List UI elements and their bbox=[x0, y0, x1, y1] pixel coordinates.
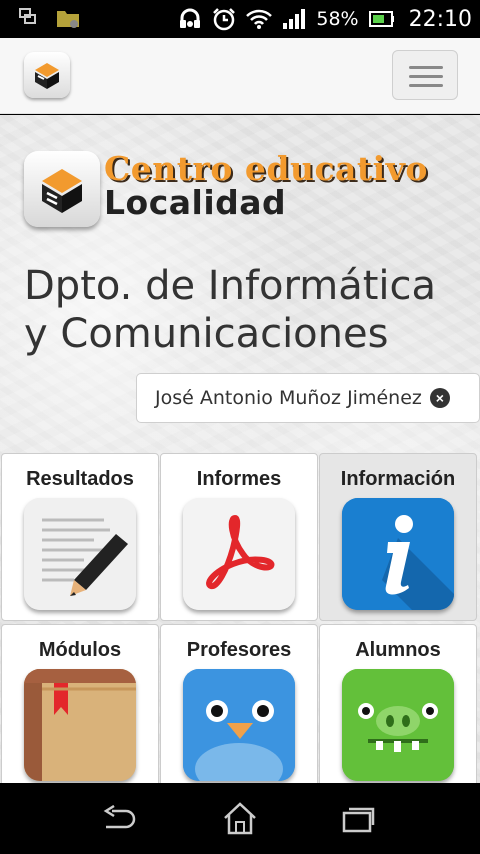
clock: 22:10 bbox=[408, 6, 472, 32]
tile-resultados[interactable]: Resultados bbox=[1, 453, 159, 621]
tile-label: Informes bbox=[196, 468, 282, 490]
user-logout-button[interactable]: José Antonio Muñoz Jiménez × bbox=[136, 373, 480, 423]
tile-label: Resultados bbox=[26, 468, 134, 490]
green-pig-icon bbox=[342, 669, 454, 781]
menu-toggle-button[interactable] bbox=[392, 50, 458, 100]
tile-informes[interactable]: Informes bbox=[160, 453, 318, 621]
top-navbar bbox=[0, 38, 480, 114]
school-name-line2: Localidad bbox=[104, 183, 287, 222]
user-name: José Antonio Muñoz Jiménez bbox=[155, 387, 422, 409]
pdf-icon bbox=[183, 498, 295, 610]
status-bar: 58% 22:10 bbox=[0, 0, 480, 38]
home-icon[interactable] bbox=[221, 800, 259, 836]
tile-alumnos[interactable]: Alumnos bbox=[319, 624, 477, 783]
tile-label: Alumnos bbox=[355, 639, 441, 661]
logo-icon bbox=[35, 63, 59, 89]
battery-percent: 58% bbox=[316, 8, 359, 30]
info-icon bbox=[342, 498, 454, 610]
screenshot-icon bbox=[19, 8, 36, 24]
school-logo bbox=[24, 151, 100, 227]
logo-cube-icon bbox=[42, 169, 82, 213]
school-name: Centro educativo Localidad bbox=[104, 152, 428, 220]
tile-label: Profesores bbox=[186, 639, 292, 661]
school-name-line1: Centro educativo bbox=[104, 149, 428, 188]
headset-icon bbox=[180, 8, 201, 28]
tile-modulos[interactable]: Módulos bbox=[1, 624, 159, 783]
page-title-line1: Dpto. de Informática bbox=[24, 263, 437, 309]
page-title: Dpto. de Informática y Comunicaciones bbox=[24, 262, 436, 358]
folder-icon bbox=[57, 11, 79, 28]
close-circle-icon: × bbox=[429, 388, 450, 408]
tile-label: Módulos bbox=[38, 639, 122, 661]
page-title-line2: y Comunicaciones bbox=[24, 311, 389, 357]
wifi-icon bbox=[246, 9, 273, 29]
signal-icon bbox=[283, 9, 306, 29]
main-content: Centro educativo Localidad Dpto. de Info… bbox=[0, 115, 480, 783]
home-logo[interactable] bbox=[24, 52, 70, 98]
recent-apps-icon[interactable] bbox=[340, 803, 378, 835]
alarm-clock-icon bbox=[213, 8, 236, 31]
tile-profesores[interactable]: Profesores bbox=[160, 624, 318, 783]
back-icon[interactable] bbox=[102, 805, 140, 833]
blue-bird-icon bbox=[183, 669, 295, 781]
battery-icon bbox=[368, 11, 394, 27]
tile-label: Información bbox=[340, 468, 456, 490]
book-icon bbox=[24, 669, 136, 781]
tile-informacion[interactable]: Información bbox=[319, 453, 477, 621]
notepad-pencil-icon bbox=[24, 498, 136, 610]
system-nav-bar bbox=[0, 783, 480, 854]
